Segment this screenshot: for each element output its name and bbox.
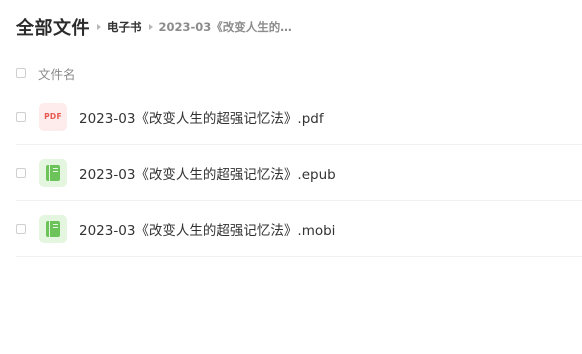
file-name[interactable]: 2023-03《改变人生的超强记忆法》.epub xyxy=(79,163,336,183)
file-checkbox[interactable] xyxy=(16,223,26,234)
file-name[interactable]: 2023-03《改变人生的超强记忆法》.pdf xyxy=(79,107,324,127)
pdf-icon-label: PDF xyxy=(44,112,62,121)
file-row[interactable]: PDF 2023-03《改变人生的超强记忆法》.pdf xyxy=(16,89,582,145)
filename-column-header[interactable]: 文件名 xyxy=(38,64,76,83)
file-browser: 全部文件 电子书 2023-03《改变人生的… 文件名 PDF 2023-03《… xyxy=(0,0,582,354)
file-checkbox[interactable] xyxy=(16,167,26,178)
breadcrumb-current: 2023-03《改变人生的… xyxy=(158,20,292,34)
select-all-checkbox[interactable] xyxy=(16,68,26,78)
breadcrumb-folder[interactable]: 电子书 xyxy=(107,19,142,35)
list-header: 文件名 xyxy=(16,62,76,84)
breadcrumb: 全部文件 电子书 2023-03《改变人生的… xyxy=(16,14,292,40)
file-row[interactable]: 2023-03《改变人生的超强记忆法》.mobi xyxy=(16,201,582,257)
book-glyph xyxy=(46,164,60,181)
file-row[interactable]: 2023-03《改变人生的超强记忆法》.epub xyxy=(16,145,582,201)
book-glyph xyxy=(46,220,60,237)
file-checkbox[interactable] xyxy=(16,111,26,122)
ebook-icon xyxy=(39,158,67,187)
breadcrumb-separator-icon xyxy=(97,24,101,30)
pdf-file-icon: PDF xyxy=(39,102,67,131)
ebook-icon xyxy=(39,214,67,243)
breadcrumb-separator-icon xyxy=(148,24,153,30)
file-name[interactable]: 2023-03《改变人生的超强记忆法》.mobi xyxy=(79,219,335,239)
breadcrumb-root[interactable]: 全部文件 xyxy=(16,14,90,40)
